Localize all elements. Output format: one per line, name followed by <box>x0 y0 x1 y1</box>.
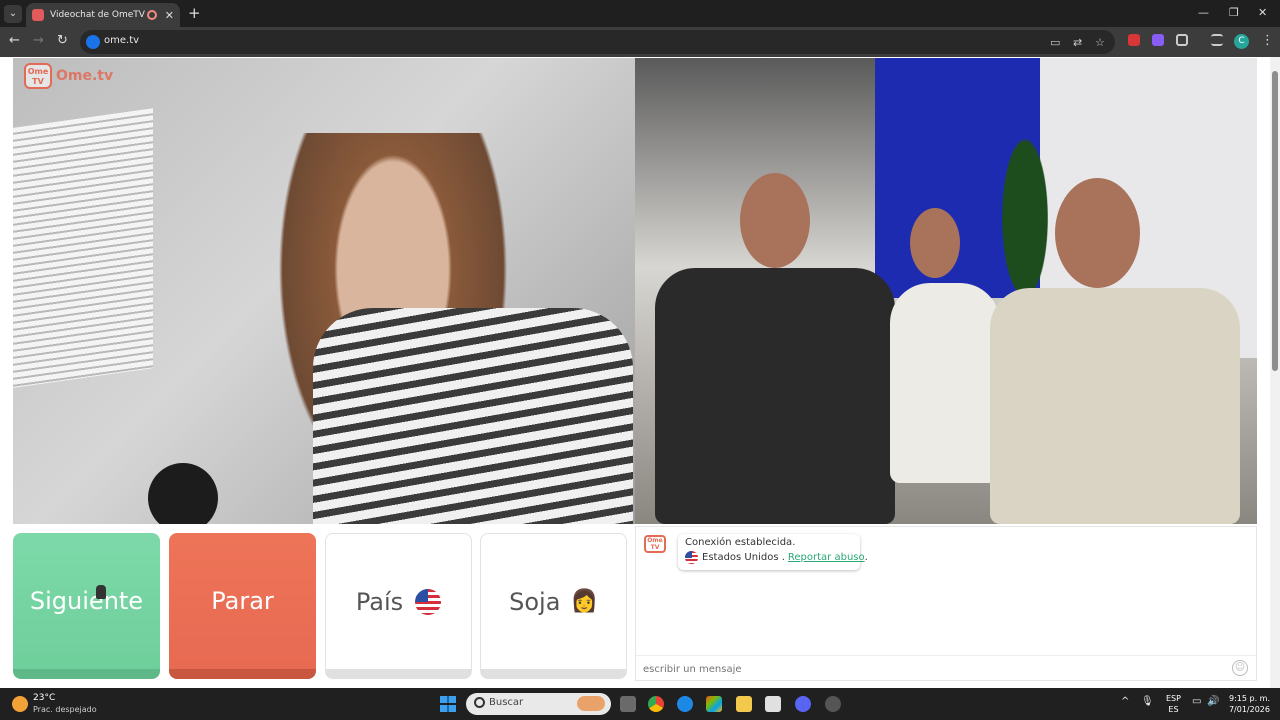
browser-tab[interactable]: Videochat de OmeTV: uno a ✕ <box>26 3 180 27</box>
next-button[interactable]: Siguiente <box>13 533 160 679</box>
extension-purple-icon[interactable] <box>1152 34 1164 46</box>
store-icon[interactable] <box>765 696 781 712</box>
remote-person-shirt <box>313 308 633 524</box>
tray-overflow-icon[interactable]: ^ <box>1121 696 1129 707</box>
media-icon[interactable] <box>1211 34 1223 46</box>
forward-button[interactable]: → <box>33 34 44 48</box>
stop-button[interactable]: Parar <box>169 533 316 679</box>
display-icon[interactable]: ▭ <box>1192 696 1201 707</box>
discord-icon[interactable] <box>795 696 811 712</box>
weather-temperature[interactable]: 23°C <box>33 693 55 703</box>
emoji-picker-icon[interactable]: ☺ <box>1232 660 1248 676</box>
volume-icon[interactable]: 🔊 <box>1207 696 1219 707</box>
scrollbar-thumb[interactable] <box>1272 71 1278 371</box>
extension-red-icon[interactable] <box>1128 34 1140 46</box>
maximize-button[interactable]: ❐ <box>1229 6 1239 19</box>
edge-icon[interactable] <box>677 696 693 712</box>
reload-button[interactable]: ↻ <box>57 34 68 48</box>
task-view-icon[interactable] <box>620 696 636 712</box>
remote-video <box>13 58 635 524</box>
person-middle <box>890 283 1000 483</box>
language-code: ESP <box>1166 694 1181 703</box>
translate-icon[interactable]: ⇄ <box>1073 36 1082 49</box>
browser-tab-bar: ⌄ Videochat de OmeTV: uno a ✕ + — ❐ ✕ <box>0 0 1280 27</box>
chat-panel: Ome TV Conexión establecida. Estados Uni… <box>635 526 1257 681</box>
ometv-logo-text: Ome.tv <box>56 68 114 84</box>
page-scrollbar[interactable] <box>1270 57 1280 688</box>
stop-button-label: Parar <box>211 587 274 615</box>
us-flag-small-icon <box>685 551 698 564</box>
system-message-bubble: Conexión establecida. Estados Unidos . R… <box>678 534 868 570</box>
microphone-icon[interactable]: 🎙 <box>1141 696 1154 707</box>
ometv-favicon-icon <box>32 9 44 21</box>
search-icon <box>474 697 485 708</box>
browser-toolbar: ← → ↻ ome.tv ▭ ⇄ ☆ C ⋮ <box>0 27 1280 57</box>
us-flag-icon <box>415 588 442 615</box>
remote-microphone <box>148 463 218 524</box>
person-left <box>655 268 895 524</box>
recording-indicator-icon <box>146 10 157 20</box>
url-text: ome.tv <box>104 35 140 46</box>
cast-icon[interactable]: ▭ <box>1050 36 1060 49</box>
site-info-icon[interactable] <box>86 35 100 49</box>
chat-ometv-logo-icon: Ome TV <box>644 535 666 553</box>
search-label: Buscar <box>489 697 524 708</box>
connection-status-text: Conexión establecida. <box>685 537 796 548</box>
browser-menu-icon[interactable]: ⋮ <box>1261 34 1274 48</box>
person-right <box>990 288 1240 524</box>
profile-avatar[interactable]: C <box>1234 34 1249 49</box>
minimize-button[interactable]: — <box>1198 6 1209 19</box>
close-window-button[interactable]: ✕ <box>1258 6 1267 19</box>
weather-description[interactable]: Prac. despejado <box>33 705 97 714</box>
tab-search-icon[interactable]: ⌄ <box>4 5 22 23</box>
person-middle-head <box>910 208 960 278</box>
gender-filter-button[interactable]: Soja 👩 <box>480 533 627 679</box>
message-input-area: ☺ <box>636 655 1256 681</box>
country-filter-button[interactable]: País <box>325 533 472 679</box>
copilot-icon[interactable] <box>706 696 722 712</box>
window-blind <box>13 108 153 388</box>
windows-taskbar: 23°C Prac. despejado Buscar ^ 🎙 ESP ES ▭… <box>0 688 1280 720</box>
christmas-tree <box>990 98 1060 298</box>
system-clock[interactable]: 9:15 p. m. 7/01/2026 <box>1226 693 1270 715</box>
weather-icon[interactable] <box>12 696 28 712</box>
tab-close-icon[interactable]: ✕ <box>165 9 174 22</box>
search-highlight-icon <box>577 696 605 711</box>
language-indicator[interactable]: ESP ES <box>1166 693 1181 715</box>
gender-button-label: Soja <box>509 587 561 616</box>
new-tab-button[interactable]: + <box>188 5 201 21</box>
hand-cursor-icon <box>96 585 106 599</box>
tab-title: Videochat de OmeTV: uno a <box>50 10 145 20</box>
woman-emoji-icon: 👩 <box>570 589 598 614</box>
taskbar-search[interactable]: Buscar <box>466 693 611 715</box>
peer-country-line: Estados Unidos . Reportar abuso . <box>685 551 868 564</box>
country-button-label: País <box>355 587 404 616</box>
self-video <box>635 58 1257 524</box>
report-abuse-link[interactable]: Reportar abuso <box>788 552 865 563</box>
app-icon[interactable] <box>825 696 841 712</box>
address-bar[interactable]: ome.tv ▭ ⇄ ☆ <box>80 30 1115 54</box>
next-button-label: Siguiente <box>29 587 144 615</box>
report-suffix: . <box>864 552 868 563</box>
star-icon[interactable]: ☆ <box>1095 36 1105 49</box>
clock-time: 9:15 p. m. <box>1228 694 1270 703</box>
message-input[interactable] <box>643 661 1203 677</box>
keyboard-layout: ES <box>1168 705 1179 714</box>
chrome-icon[interactable] <box>648 696 664 712</box>
file-explorer-icon[interactable] <box>736 696 752 712</box>
person-right-head <box>1055 178 1140 288</box>
clock-date: 7/01/2026 <box>1228 705 1270 714</box>
ometv-logo: Ome TV Ome.tv <box>24 63 113 89</box>
back-button[interactable]: ← <box>9 34 20 48</box>
start-button-icon[interactable] <box>440 696 456 712</box>
peer-country-text: Estados Unidos . <box>702 552 785 563</box>
extensions-icon[interactable] <box>1176 34 1188 46</box>
person-left-head <box>740 173 810 268</box>
ometv-logo-badge-icon: Ome TV <box>24 63 52 89</box>
